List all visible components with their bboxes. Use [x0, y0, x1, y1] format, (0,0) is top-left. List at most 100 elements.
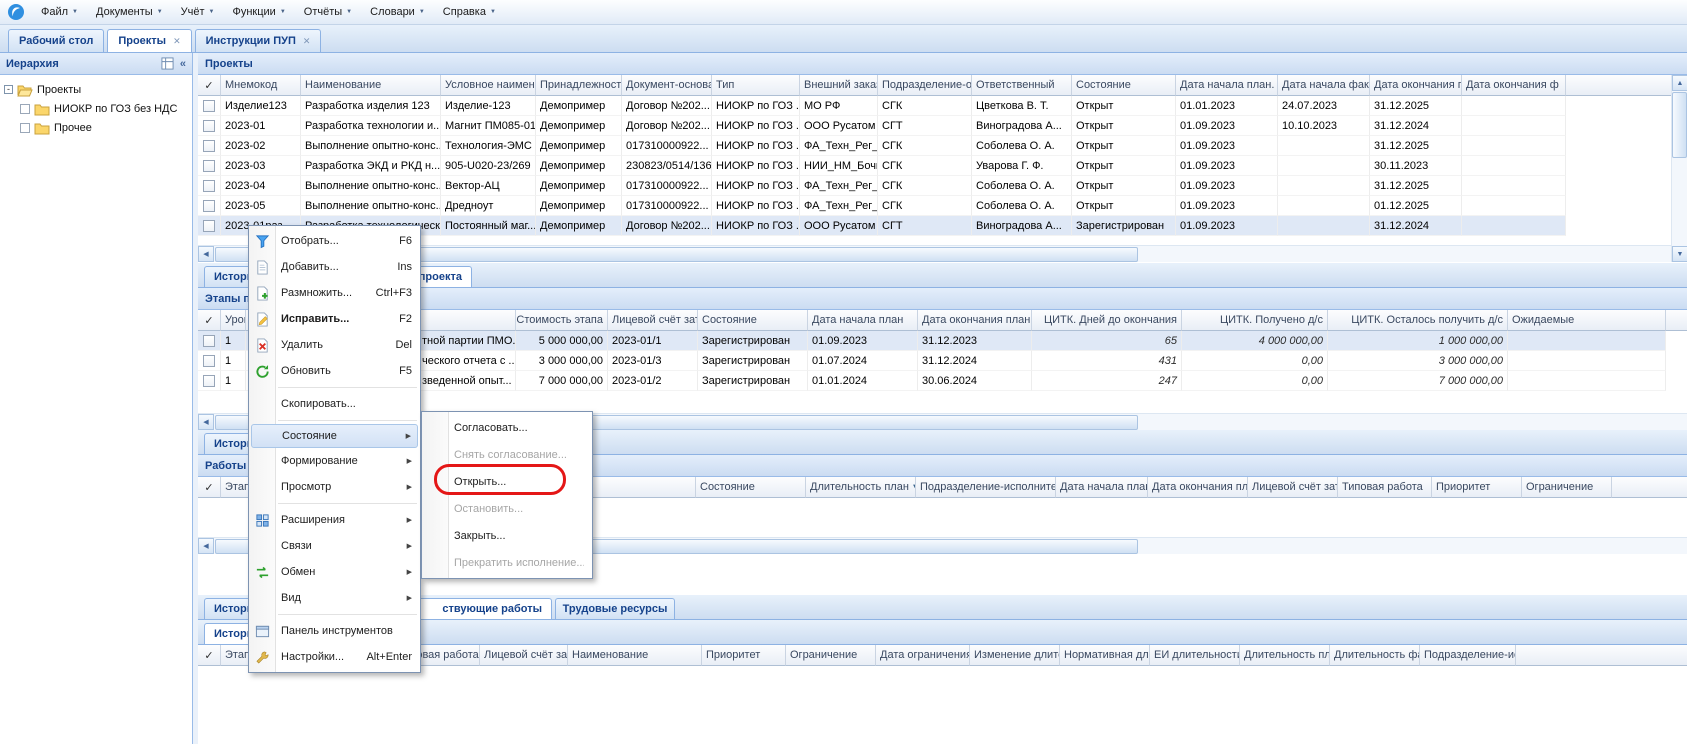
tree-checkbox[interactable] — [20, 104, 30, 114]
column-header-Ограничение[interactable]: Ограничение — [786, 645, 876, 666]
tree-checkbox[interactable] — [20, 123, 30, 133]
row-checkbox[interactable] — [203, 355, 215, 367]
scroll-up-icon[interactable]: ▲ — [1672, 75, 1687, 91]
tree-item-НИОКР по ГОЗ без НДС[interactable]: НИОКР по ГОЗ без НДС — [2, 99, 190, 118]
column-header-Приоритет[interactable]: Приоритет — [702, 645, 786, 666]
scroll-down-icon[interactable]: ▼ — [1672, 246, 1687, 262]
column-header-Состояние[interactable]: Состояние — [1072, 75, 1176, 96]
menu-item-Согласовать...[interactable]: Согласовать... — [422, 414, 592, 441]
menu-item-Добавить...[interactable]: Добавить...Ins — [249, 254, 420, 280]
menu-item-Настройки...[interactable]: Настройки...Alt+Enter — [249, 644, 420, 670]
menu-item-Отобрать...[interactable]: Отобрать...F6 — [249, 228, 420, 254]
column-header-Состояние[interactable]: Состояние — [698, 310, 808, 331]
menu-item-Просмотр[interactable]: Просмотр▶ — [249, 474, 420, 500]
menubar-item-Документы[interactable]: Документы▼ — [87, 2, 172, 22]
menu-item-Закрыть...[interactable]: Закрыть... — [422, 522, 592, 549]
column-header-Наименование[interactable]: Наименование — [301, 75, 441, 96]
row-checkbox[interactable] — [203, 140, 215, 152]
row-checkbox[interactable] — [203, 220, 215, 232]
detail-tab-Трудовые ресурсы[interactable]: Трудовые ресурсы — [555, 598, 675, 619]
menubar-item-Файл[interactable]: Файл▼ — [32, 2, 87, 22]
column-header-checkbox[interactable]: ✓ — [198, 310, 221, 331]
menu-item-Формирование[interactable]: Формирование▶ — [249, 448, 420, 474]
column-header-Лицевой счёт затрат[interactable]: Лицевой счёт затрат — [608, 310, 698, 331]
table-row[interactable]: Изделие123Разработка изделия 123Изделие-… — [198, 96, 1566, 116]
column-header-Нормативная длит[interactable]: Нормативная длит — [1060, 645, 1150, 666]
column-header-Мнемокод[interactable]: Мнемокод — [221, 75, 301, 96]
tree-item-Проекты[interactable]: -Проекты — [2, 80, 190, 99]
projects-hscrollbar[interactable]: ◀ — [198, 245, 1687, 262]
column-header-Документ-основан[interactable]: Документ-основан — [622, 75, 712, 96]
menu-item-Удалить[interactable]: УдалитьDel — [249, 332, 420, 358]
table-row[interactable]: 2023-02Выполнение опытно-конс...Технолог… — [198, 136, 1566, 156]
column-header-Дата окончания план[interactable]: Дата окончания план — [918, 310, 1032, 331]
menubar-item-Справка[interactable]: Справка▼ — [434, 2, 505, 22]
column-header-Длительность фак[interactable]: Длительность фак — [1330, 645, 1420, 666]
table-row[interactable]: 2023-04Выполнение опытно-конс...Вектор-А… — [198, 176, 1566, 196]
column-header-Дата ограничения[interactable]: Дата ограничения — [876, 645, 970, 666]
close-icon[interactable]: ✕ — [173, 36, 181, 47]
menu-item-Скопировать...[interactable]: Скопировать... — [249, 391, 420, 417]
table-row[interactable]: 2023-05Выполнение опытно-конс...Дредноут… — [198, 196, 1566, 216]
menu-item-Панель инструментов[interactable]: Панель инструментов — [249, 618, 420, 644]
column-header-ЦИТК. Получено д/с[interactable]: ЦИТК. Получено д/с — [1182, 310, 1328, 331]
column-header-ЕИ длительности[interactable]: ЕИ длительности — [1150, 645, 1240, 666]
row-checkbox[interactable] — [203, 180, 215, 192]
column-header-Дата окончания ф[interactable]: Дата окончания ф — [1462, 75, 1566, 96]
column-header-Тип[interactable]: Тип — [712, 75, 800, 96]
column-header-Длительность пла[interactable]: Длительность пла — [1240, 645, 1330, 666]
column-header-Условное наименова[interactable]: Условное наименова — [441, 75, 536, 96]
close-icon[interactable]: ✕ — [303, 36, 311, 47]
menu-item-Исправить...[interactable]: Исправить...F2 — [249, 306, 420, 332]
panel-settings-icon[interactable] — [161, 57, 174, 70]
column-header-Дата окончания п[interactable]: Дата окончания п — [1370, 75, 1462, 96]
scroll-thumb[interactable] — [1672, 92, 1687, 158]
menu-item-Остановить...[interactable]: Остановить... — [422, 495, 592, 522]
menu-item-Расширения[interactable]: Расширения▶ — [249, 507, 420, 533]
scroll-track[interactable] — [1672, 158, 1687, 246]
menubar-item-Учёт[interactable]: Учёт▼ — [172, 2, 224, 22]
column-header-Состояние[interactable]: Состояние — [696, 477, 806, 498]
column-header-Дата начала факт[interactable]: Дата начала факт — [1278, 75, 1370, 96]
column-header-Лицевой счёт затр[interactable]: Лицевой счёт затр — [480, 645, 568, 666]
projects-vscrollbar[interactable]: ▲ ▼ — [1671, 75, 1687, 262]
column-header-ЦИТК. Осталось получить д/с[interactable]: ЦИТК. Осталось получить д/с — [1328, 310, 1508, 331]
column-header-checkbox[interactable]: ✓ — [198, 75, 221, 96]
column-header-Стоимость этапа[interactable]: Стоимость этапа — [516, 310, 608, 331]
collapse-panel-icon[interactable]: « — [180, 58, 186, 70]
column-header-Ограничение[interactable]: Ограничение — [1522, 477, 1612, 498]
column-header-Типовая работа[interactable]: Типовая работа — [1338, 477, 1432, 498]
row-checkbox[interactable] — [203, 120, 215, 132]
column-header-Внешний заказчик[interactable]: Внешний заказчик — [800, 75, 878, 96]
menu-item-Обновить[interactable]: ОбновитьF5 — [249, 358, 420, 384]
menu-item-Размножить...[interactable]: Размножить...Ctrl+F3 — [249, 280, 420, 306]
menubar-item-Отчёты[interactable]: Отчёты▼ — [295, 2, 361, 22]
column-header-Приоритет[interactable]: Приоритет — [1432, 477, 1522, 498]
column-header-Подразделение-от[interactable]: Подразделение-от — [878, 75, 972, 96]
column-header-Дата начала план.[interactable]: Дата начала план. — [1176, 75, 1278, 96]
column-header-Ответственный[interactable]: Ответственный — [972, 75, 1072, 96]
scroll-left-icon[interactable]: ◀ — [198, 246, 214, 262]
column-header-ЦИТК. Дней до окончания[interactable]: ЦИТК. Дней до окончания — [1032, 310, 1182, 331]
main-tab-Проекты[interactable]: Проекты✕ — [107, 29, 191, 52]
row-checkbox[interactable] — [203, 375, 215, 387]
column-header-checkbox[interactable]: ✓ — [198, 477, 221, 498]
row-checkbox[interactable] — [203, 200, 215, 212]
column-header-Принадлежность[interactable]: Принадлежность — [536, 75, 622, 96]
scroll-left-icon[interactable]: ◀ — [198, 538, 214, 554]
menu-item-Состояние[interactable]: Состояние▶ — [251, 424, 418, 448]
row-checkbox[interactable] — [203, 160, 215, 172]
row-checkbox[interactable] — [203, 335, 215, 347]
column-header-Подразделение-ис[interactable]: Подразделение-ис — [1420, 645, 1516, 666]
column-header-Дата начала план[interactable]: Дата начала план — [808, 310, 918, 331]
menubar-item-Функции[interactable]: Функции▼ — [223, 2, 294, 22]
table-row[interactable]: 2023-03Разработка ЭКД и РКД н...905-U020… — [198, 156, 1566, 176]
scroll-left-icon[interactable]: ◀ — [198, 414, 214, 430]
column-header-Изменение длите[interactable]: Изменение длите — [970, 645, 1060, 666]
menubar-item-Словари[interactable]: Словари▼ — [361, 2, 434, 22]
column-header-checkbox[interactable]: ✓ — [198, 645, 221, 666]
tree-expander-icon[interactable]: - — [4, 85, 13, 94]
column-header-Дата окончания план[interactable]: Дата окончания план — [1148, 477, 1248, 498]
column-header-Длительность план[interactable]: Длительность план▼ — [806, 477, 916, 498]
column-header-Уров[interactable]: Уров — [221, 310, 246, 331]
